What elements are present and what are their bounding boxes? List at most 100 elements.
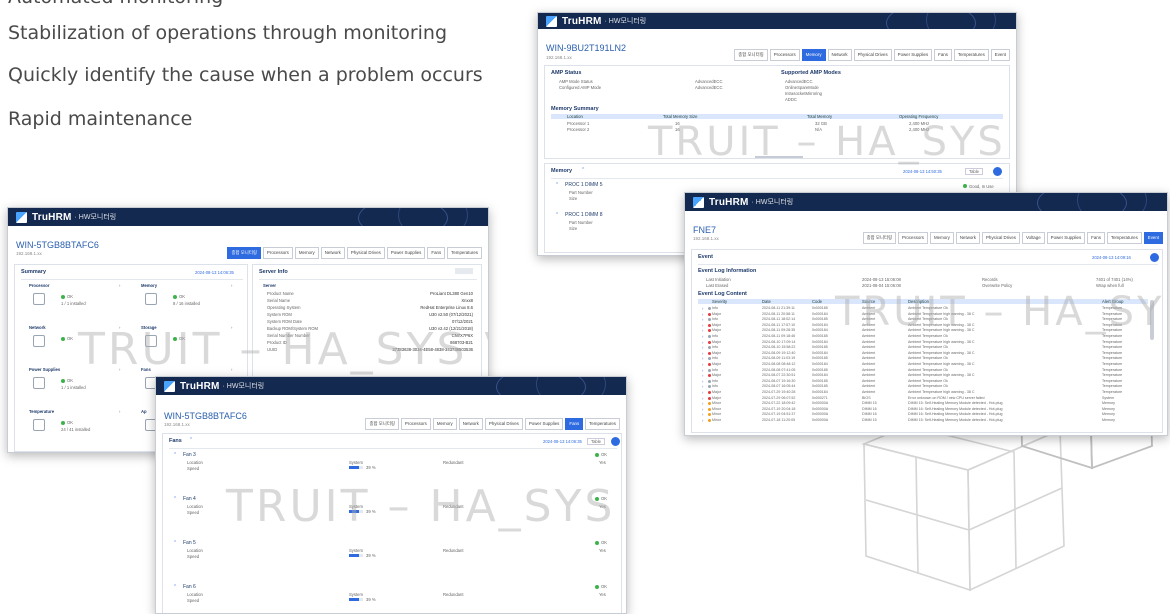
expand-icon[interactable]: › — [702, 401, 703, 406]
component-icon — [33, 377, 45, 389]
expand-icon[interactable]: › — [702, 384, 703, 389]
brand-subtitle: · HW모니터링 — [222, 383, 265, 390]
app-header: TruHRM · HW모니터링 — [156, 377, 626, 395]
tab-item[interactable]: 종합 모니터링 — [227, 247, 261, 259]
expand-icon[interactable]: › — [702, 306, 703, 311]
brand-name: TruHRM — [32, 211, 72, 223]
toggle-button[interactable] — [455, 268, 473, 274]
tab-item[interactable]: Physical Drives — [981, 232, 1020, 244]
expand-icon[interactable]: › — [702, 362, 703, 367]
expand-icon[interactable]: › — [702, 317, 703, 322]
severity-icon — [708, 307, 711, 310]
tab-item[interactable]: Processors — [769, 49, 800, 61]
expand-icon[interactable]: › — [702, 328, 703, 333]
expand-icon[interactable]: › — [702, 334, 703, 339]
tab-item[interactable]: Memory — [801, 49, 826, 61]
expand-icon[interactable]: › — [702, 356, 703, 361]
expand-icon[interactable]: › — [702, 412, 703, 417]
fan-title: Fan 3 — [183, 452, 196, 458]
fan-title: Fan 4 — [183, 496, 196, 502]
tab-item[interactable]: Memory — [294, 247, 319, 259]
log-cell: 0x000185 — [812, 384, 828, 389]
tab-item[interactable]: Fans — [427, 247, 446, 259]
tab-item[interactable]: Fans — [1087, 232, 1105, 244]
expand-icon[interactable]: › — [702, 396, 703, 401]
tab-item[interactable]: Event — [990, 49, 1010, 61]
expand-icon[interactable]: › — [702, 418, 703, 423]
tab-item[interactable]: Memory — [432, 418, 457, 430]
tab-item[interactable]: Event — [1143, 232, 1163, 244]
tab-item[interactable]: 종합 모니터링 — [734, 49, 768, 61]
host-name: WIN-5TGB8BTAFC6 — [164, 411, 247, 421]
tab-item[interactable]: Network — [320, 247, 345, 259]
component-icon — [145, 293, 157, 305]
tab-item[interactable]: Temperatures — [585, 418, 620, 430]
expand-icon[interactable]: › — [702, 323, 703, 328]
severity-icon — [708, 396, 711, 400]
card-title: Temperature — [29, 409, 55, 414]
expand-icon[interactable]: › — [702, 407, 703, 412]
watermark: TRUIT – HA_SYS V5 — [648, 119, 1016, 165]
tab-item[interactable]: Fans — [565, 418, 584, 430]
refresh-icon[interactable] — [1150, 253, 1159, 262]
chevron-right-icon[interactable]: › — [119, 409, 120, 414]
tab-item[interactable]: Processors — [262, 247, 293, 259]
chevron-up-icon[interactable]: ⌃ — [173, 584, 177, 590]
chevron-up-icon[interactable]: ⌃ — [555, 212, 559, 218]
tab-item[interactable]: Power Supplies — [1046, 232, 1086, 244]
collapse-icon[interactable]: ⌃ — [189, 437, 193, 443]
table-button[interactable]: Table — [965, 168, 984, 175]
tab-item[interactable]: Voltage — [1021, 232, 1045, 244]
tab-item[interactable]: Processors — [898, 232, 928, 244]
expand-icon[interactable]: › — [702, 390, 703, 395]
tab-item[interactable]: Physical Drives — [484, 418, 523, 430]
chevron-right-icon[interactable]: › — [231, 283, 232, 288]
tab-item[interactable]: Power Supplies — [893, 49, 933, 61]
table-button[interactable]: Table — [587, 438, 606, 445]
severity-icon — [708, 413, 711, 417]
fans-window: TruHRM · HW모니터링 WIN-5TGB8BTAFC6 192.168.… — [155, 376, 627, 614]
tab-item[interactable]: Power Supplies — [524, 418, 564, 430]
expand-icon[interactable]: › — [702, 340, 703, 345]
expand-icon[interactable]: › — [702, 312, 703, 317]
log-cell: Info — [712, 384, 718, 389]
tab-item[interactable]: Memory — [930, 232, 954, 244]
log-cell: Info — [712, 345, 718, 350]
tab-item[interactable]: 종합 모니터링 — [365, 418, 399, 430]
tab-item[interactable]: Temperatures — [447, 247, 482, 259]
expand-icon[interactable]: › — [702, 345, 703, 350]
refresh-icon[interactable] — [993, 167, 1002, 176]
tab-item[interactable]: Power Supplies — [386, 247, 426, 259]
log-cell: Memory — [1102, 418, 1115, 422]
tab-item[interactable]: Temperatures — [953, 49, 989, 61]
tab-item[interactable]: Processors — [400, 418, 431, 430]
tab-item[interactable]: Fans — [934, 49, 952, 61]
tab-item[interactable]: Network — [458, 418, 483, 430]
collapse-icon[interactable]: ⌃ — [581, 167, 585, 173]
refresh-icon[interactable] — [611, 437, 620, 446]
host-ip: 192.168.1.xx — [693, 236, 719, 241]
expand-icon[interactable]: › — [702, 379, 703, 384]
log-cell: DIMM 16: Self-Healing Memory Module dete… — [908, 412, 1003, 417]
log-cell: Ambient Temperature high warning - 38 C — [908, 362, 975, 366]
tab-item[interactable]: Temperatures — [1106, 232, 1142, 244]
tab-item[interactable]: Network — [827, 49, 852, 61]
chevron-up-icon[interactable]: ⌃ — [173, 452, 177, 458]
fan-location: System — [349, 460, 363, 465]
chevron-up-icon[interactable]: ⌃ — [555, 182, 559, 188]
tab-item[interactable]: Physical Drives — [853, 49, 892, 61]
expand-icon[interactable]: › — [702, 373, 703, 378]
tab-item[interactable]: Network — [955, 232, 980, 244]
chevron-up-icon[interactable]: ⌃ — [173, 540, 177, 546]
chevron-right-icon[interactable]: › — [119, 283, 120, 288]
expand-icon[interactable]: › — [702, 368, 703, 373]
fan-label: Speed — [187, 466, 200, 471]
component-icon — [33, 335, 45, 347]
log-cell: Info — [712, 334, 718, 338]
chevron-up-icon[interactable]: ⌃ — [173, 496, 177, 502]
fan-label: Location — [187, 504, 203, 509]
tab-item[interactable]: 종합 모니터링 — [862, 232, 897, 244]
log-cell: DIMM 15: Self-Healing Memory Module dete… — [908, 418, 1003, 422]
expand-icon[interactable]: › — [702, 351, 703, 356]
tab-item[interactable]: Physical Drives — [346, 247, 385, 259]
